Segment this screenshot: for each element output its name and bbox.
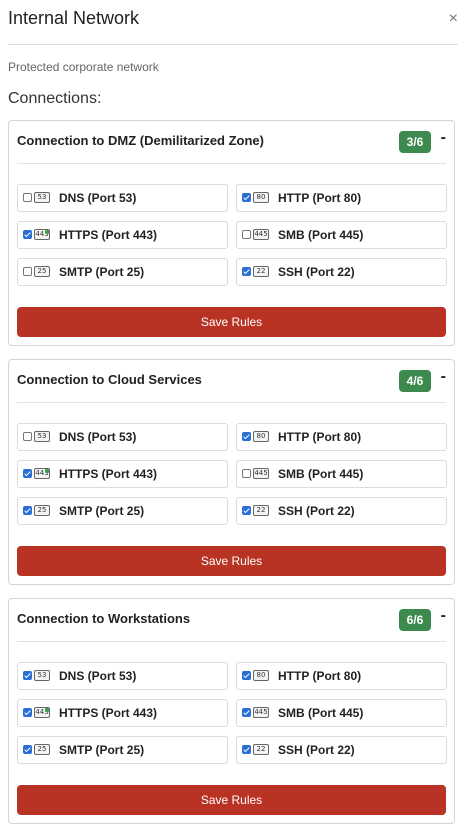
port-number-icon: 53 <box>34 431 50 442</box>
port-toggle-https[interactable]: 443 HTTPS (Port 443) <box>17 460 228 488</box>
port-number-icon: 445 <box>253 707 269 718</box>
port-toggle-smtp[interactable]: 25 SMTP (Port 25) <box>17 497 228 525</box>
enabled-count-badge: 3/6 <box>399 131 431 153</box>
port-number-icon: 25 <box>34 744 50 755</box>
port-number-icon: 25 <box>34 266 50 277</box>
port-label: SMB (Port 445) <box>278 467 364 481</box>
port-toggle-smb[interactable]: 445 SMB (Port 445) <box>236 460 447 488</box>
port-checkbox[interactable] <box>242 432 251 441</box>
port-label: HTTPS (Port 443) <box>59 228 158 242</box>
port-label: DNS (Port 53) <box>59 669 137 683</box>
connection-card-cloud: Connection to Cloud Services 4/6 - 53 DN… <box>8 359 455 585</box>
port-number-icon: 443 <box>34 229 50 240</box>
port-number-icon: 22 <box>253 266 269 277</box>
port-label: DNS (Port 53) <box>59 191 137 205</box>
connection-card-dmz: Connection to DMZ (Demilitarized Zone) 3… <box>8 120 455 346</box>
save-rules-button[interactable]: Save Rules <box>17 546 446 576</box>
port-checkbox[interactable] <box>242 506 251 515</box>
port-label: HTTPS (Port 443) <box>59 467 158 481</box>
connection-title: Connection to Workstations <box>17 611 191 626</box>
port-checkbox[interactable] <box>242 708 251 717</box>
port-toggle-smtp[interactable]: 25 SMTP (Port 25) <box>17 258 228 286</box>
port-checkbox[interactable] <box>23 671 32 680</box>
port-label: HTTP (Port 80) <box>278 430 362 444</box>
save-rules-button[interactable]: Save Rules <box>17 785 446 815</box>
port-toggle-http[interactable]: 80 HTTP (Port 80) <box>236 184 447 212</box>
enabled-count-badge: 4/6 <box>399 370 431 392</box>
port-checkbox[interactable] <box>242 230 251 239</box>
port-number-icon: 22 <box>253 505 269 516</box>
port-number-icon: 443 <box>34 707 50 718</box>
port-label: HTTP (Port 80) <box>278 191 362 205</box>
port-checkbox[interactable] <box>23 432 32 441</box>
port-number-icon: 80 <box>253 431 269 442</box>
connection-card-header: Connection to Workstations 6/6 - <box>17 599 446 642</box>
port-number-icon: 53 <box>34 192 50 203</box>
network-panel: Internal Network × Protected corporate n… <box>0 0 468 835</box>
dialog-header: Internal Network × <box>8 0 458 45</box>
collapse-toggle[interactable]: - <box>441 129 446 147</box>
port-label: HTTPS (Port 443) <box>59 706 158 720</box>
network-description: Protected corporate network <box>8 60 159 74</box>
port-label: DNS (Port 53) <box>59 430 137 444</box>
port-checkbox[interactable] <box>23 506 32 515</box>
port-number-icon: 445 <box>253 229 269 240</box>
port-label: SMTP (Port 25) <box>59 265 145 279</box>
connection-card-header: Connection to Cloud Services 4/6 - <box>17 360 446 403</box>
port-label: SMB (Port 445) <box>278 706 364 720</box>
port-label: SSH (Port 22) <box>278 504 355 518</box>
port-toggle-smtp[interactable]: 25 SMTP (Port 25) <box>17 736 228 764</box>
port-checkbox[interactable] <box>23 745 32 754</box>
port-toggle-http[interactable]: 80 HTTP (Port 80) <box>236 662 447 690</box>
connection-title: Connection to DMZ (Demilitarized Zone) <box>17 133 264 148</box>
port-checkbox[interactable] <box>23 230 32 239</box>
port-number-icon: 80 <box>253 192 269 203</box>
port-toggle-smb[interactable]: 445 SMB (Port 445) <box>236 221 447 249</box>
port-toggle-ssh[interactable]: 22 SSH (Port 22) <box>236 497 447 525</box>
collapse-toggle[interactable]: - <box>441 368 446 386</box>
port-toggle-dns[interactable]: 53 DNS (Port 53) <box>17 184 228 212</box>
connections-heading: Connections: <box>8 90 102 107</box>
port-toggle-smb[interactable]: 445 SMB (Port 445) <box>236 699 447 727</box>
port-label: SMTP (Port 25) <box>59 743 145 757</box>
port-checkbox[interactable] <box>23 193 32 202</box>
port-number-icon: 445 <box>253 468 269 479</box>
enabled-count-badge: 6/6 <box>399 609 431 631</box>
port-checkbox[interactable] <box>242 671 251 680</box>
port-toggle-dns[interactable]: 53 DNS (Port 53) <box>17 423 228 451</box>
port-label: SSH (Port 22) <box>278 743 355 757</box>
save-rules-button[interactable]: Save Rules <box>17 307 446 337</box>
port-toggle-https[interactable]: 443 HTTPS (Port 443) <box>17 221 228 249</box>
port-checkbox[interactable] <box>242 193 251 202</box>
port-toggle-http[interactable]: 80 HTTP (Port 80) <box>236 423 447 451</box>
port-checkbox[interactable] <box>242 745 251 754</box>
port-label: SMTP (Port 25) <box>59 504 145 518</box>
port-label: SSH (Port 22) <box>278 265 355 279</box>
collapse-toggle[interactable]: - <box>441 607 446 625</box>
port-toggle-dns[interactable]: 53 DNS (Port 53) <box>17 662 228 690</box>
port-checkbox[interactable] <box>23 267 32 276</box>
port-number-icon: 25 <box>34 505 50 516</box>
connection-title: Connection to Cloud Services <box>17 372 202 387</box>
port-number-icon: 443 <box>34 468 50 479</box>
connection-card-header: Connection to DMZ (Demilitarized Zone) 3… <box>17 121 446 164</box>
port-number-icon: 22 <box>253 744 269 755</box>
port-checkbox[interactable] <box>242 267 251 276</box>
port-toggle-https[interactable]: 443 HTTPS (Port 443) <box>17 699 228 727</box>
connection-card-workstations: Connection to Workstations 6/6 - 53 DNS … <box>8 598 455 824</box>
port-label: HTTP (Port 80) <box>278 669 362 683</box>
port-checkbox[interactable] <box>23 708 32 717</box>
port-toggle-ssh[interactable]: 22 SSH (Port 22) <box>236 736 447 764</box>
port-number-icon: 53 <box>34 670 50 681</box>
port-checkbox[interactable] <box>23 469 32 478</box>
port-toggle-ssh[interactable]: 22 SSH (Port 22) <box>236 258 447 286</box>
close-icon[interactable]: × <box>449 11 458 27</box>
port-number-icon: 80 <box>253 670 269 681</box>
dialog-title: Internal Network <box>8 8 140 28</box>
port-label: SMB (Port 445) <box>278 228 364 242</box>
port-checkbox[interactable] <box>242 469 251 478</box>
